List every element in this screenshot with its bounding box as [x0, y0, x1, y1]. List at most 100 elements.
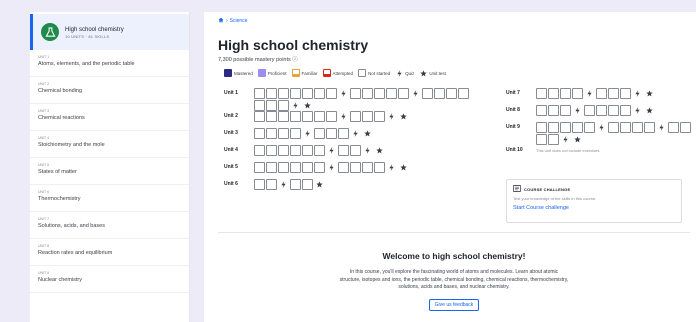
- quiz-icon[interactable]: [290, 100, 301, 111]
- start-course-challenge-link[interactable]: Start Course challenge: [513, 205, 675, 211]
- sidebar-unit-item[interactable]: UNIT 7 Solutions, acids, and bases: [30, 212, 189, 239]
- skill-box[interactable]: [314, 162, 325, 173]
- quiz-icon[interactable]: [632, 88, 643, 99]
- skill-box[interactable]: [608, 88, 619, 99]
- skill-box[interactable]: [278, 111, 289, 122]
- skill-box[interactable]: [254, 128, 265, 139]
- skill-box[interactable]: [278, 100, 289, 111]
- skill-box[interactable]: [350, 145, 361, 156]
- unit-test-icon[interactable]: [374, 145, 385, 156]
- skill-box[interactable]: [596, 88, 607, 99]
- skill-box[interactable]: [254, 162, 265, 173]
- skill-box[interactable]: [536, 122, 547, 133]
- skill-box[interactable]: [632, 122, 643, 133]
- skill-box[interactable]: [560, 88, 571, 99]
- quiz-icon[interactable]: [410, 88, 421, 99]
- skill-box[interactable]: [266, 88, 277, 99]
- skill-box[interactable]: [278, 128, 289, 139]
- skill-box[interactable]: [572, 88, 583, 99]
- skill-box[interactable]: [422, 88, 433, 99]
- sidebar-unit-item[interactable]: UNIT 1 Atoms, elements, and the periodic …: [30, 50, 189, 77]
- quiz-icon[interactable]: [338, 111, 349, 122]
- skill-box[interactable]: [572, 122, 583, 133]
- skill-box[interactable]: [278, 88, 289, 99]
- skill-box[interactable]: [386, 88, 397, 99]
- skill-box[interactable]: [620, 88, 631, 99]
- skill-box[interactable]: [350, 111, 361, 122]
- skill-box[interactable]: [560, 122, 571, 133]
- quiz-icon[interactable]: [656, 122, 667, 133]
- sidebar-unit-item[interactable]: UNIT 8 Reaction rates and equilibrium: [30, 239, 189, 266]
- breadcrumb-science[interactable]: Science: [230, 18, 248, 24]
- skill-box[interactable]: [290, 162, 301, 173]
- skill-box[interactable]: [278, 145, 289, 156]
- skill-box[interactable]: [266, 179, 277, 190]
- skill-box[interactable]: [362, 111, 373, 122]
- skill-box[interactable]: [374, 162, 385, 173]
- skill-box[interactable]: [326, 128, 337, 139]
- skill-box[interactable]: [254, 145, 265, 156]
- skill-box[interactable]: [608, 122, 619, 133]
- skill-box[interactable]: [548, 88, 559, 99]
- skill-box[interactable]: [536, 105, 547, 116]
- quiz-icon[interactable]: [572, 105, 583, 116]
- skill-box[interactable]: [446, 88, 457, 99]
- unit-progress-label[interactable]: Unit 3: [224, 128, 254, 139]
- quiz-icon[interactable]: [350, 128, 361, 139]
- skill-box[interactable]: [290, 128, 301, 139]
- skill-box[interactable]: [290, 179, 301, 190]
- skill-box[interactable]: [548, 134, 559, 145]
- unit-test-icon[interactable]: [362, 128, 373, 139]
- skill-box[interactable]: [374, 88, 385, 99]
- sidebar-unit-item[interactable]: UNIT 4 Stoichiometry and the mole: [30, 131, 189, 158]
- unit-test-icon[interactable]: [644, 88, 655, 99]
- unit-progress-label[interactable]: Unit 5: [224, 162, 254, 173]
- unit-test-icon[interactable]: [302, 100, 313, 111]
- skill-box[interactable]: [584, 105, 595, 116]
- skill-box[interactable]: [350, 162, 361, 173]
- skill-box[interactable]: [278, 162, 289, 173]
- sidebar-unit-item[interactable]: UNIT 3 Chemical reactions: [30, 104, 189, 131]
- skill-box[interactable]: [266, 128, 277, 139]
- skill-box[interactable]: [290, 111, 301, 122]
- skill-box[interactable]: [314, 111, 325, 122]
- skill-box[interactable]: [548, 122, 559, 133]
- skill-box[interactable]: [680, 122, 691, 133]
- quiz-icon[interactable]: [560, 134, 571, 145]
- unit-test-icon[interactable]: [398, 162, 409, 173]
- skill-box[interactable]: [326, 111, 337, 122]
- quiz-icon[interactable]: [386, 162, 397, 173]
- unit-progress-label[interactable]: Unit 10: [506, 145, 536, 156]
- skill-box[interactable]: [290, 88, 301, 99]
- skill-box[interactable]: [302, 162, 313, 173]
- unit-test-icon[interactable]: [398, 111, 409, 122]
- quiz-icon[interactable]: [302, 128, 313, 139]
- skill-box[interactable]: [584, 122, 595, 133]
- skill-box[interactable]: [314, 88, 325, 99]
- unit-progress-label[interactable]: Unit 6: [224, 179, 254, 190]
- unit-progress-label[interactable]: Unit 2: [224, 111, 254, 122]
- sidebar-unit-item[interactable]: UNIT 5 States of matter: [30, 158, 189, 185]
- skill-box[interactable]: [644, 122, 655, 133]
- skill-box[interactable]: [668, 122, 679, 133]
- skill-box[interactable]: [302, 88, 313, 99]
- skill-box[interactable]: [620, 122, 631, 133]
- skill-box[interactable]: [254, 111, 265, 122]
- quiz-icon[interactable]: [278, 179, 289, 190]
- skill-box[interactable]: [350, 88, 361, 99]
- quiz-icon[interactable]: [596, 122, 607, 133]
- skill-box[interactable]: [254, 100, 265, 111]
- skill-box[interactable]: [314, 145, 325, 156]
- sidebar-unit-item[interactable]: UNIT 9 Nuclear chemistry: [30, 266, 189, 293]
- skill-box[interactable]: [362, 162, 373, 173]
- unit-progress-label[interactable]: Unit 9: [506, 122, 536, 133]
- skill-box[interactable]: [254, 88, 265, 99]
- skill-box[interactable]: [434, 88, 445, 99]
- skill-box[interactable]: [608, 105, 619, 116]
- skill-box[interactable]: [548, 105, 559, 116]
- skill-box[interactable]: [266, 162, 277, 173]
- unit-progress-label[interactable]: Unit 4: [224, 145, 254, 156]
- skill-box[interactable]: [362, 88, 373, 99]
- skill-box[interactable]: [338, 162, 349, 173]
- skill-box[interactable]: [338, 128, 349, 139]
